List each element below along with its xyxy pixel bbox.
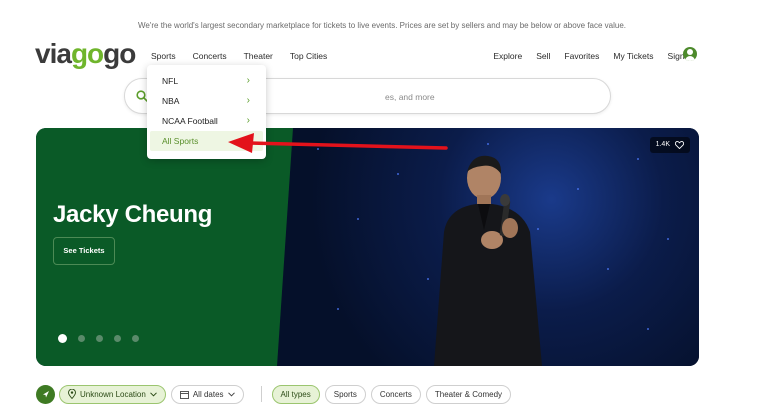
red-annotation-arrow [228, 133, 448, 153]
dropdown-item-nfl[interactable]: NFL › [147, 71, 266, 91]
nav-theater[interactable]: Theater [244, 51, 273, 61]
location-filter[interactable]: Unknown Location [59, 384, 166, 404]
heart-icon [675, 141, 684, 149]
carousel-dots [58, 334, 139, 343]
search-placeholder-text: es, and more [385, 92, 435, 102]
carousel-dot[interactable] [96, 335, 103, 342]
nav-explore[interactable]: Explore [493, 51, 522, 61]
favorite-button[interactable]: 1.4K [649, 137, 690, 153]
date-filter[interactable]: All dates [170, 384, 244, 404]
carousel-dot[interactable] [58, 334, 67, 343]
carousel-dot[interactable] [78, 335, 85, 342]
favorite-count: 1.4K [655, 141, 670, 148]
chevron-right-icon: › [246, 75, 250, 86]
type-filter-all-types[interactable]: All types [271, 384, 320, 404]
nav-sports[interactable]: Sports [151, 51, 176, 61]
chevron-down-icon [227, 391, 235, 397]
location-arrow-icon[interactable] [36, 384, 55, 404]
nav-concerts[interactable]: Concerts [193, 51, 227, 61]
type-filter-theater-comedy[interactable]: Theater & Comedy [425, 384, 512, 404]
map-pin-icon [68, 389, 76, 399]
nav-top-cities[interactable]: Top Cities [290, 51, 327, 61]
hero-title: Jacky Cheung [53, 201, 213, 228]
disclaimer-text: We're the world's largest secondary mark… [137, 21, 627, 30]
type-filter-concerts[interactable]: Concerts [370, 384, 421, 404]
see-tickets-button[interactable]: See Tickets [53, 237, 115, 265]
nav-favorites[interactable]: Favorites [564, 51, 599, 61]
performer-figure [434, 155, 542, 366]
account-nav: Explore Sell Favorites My Tickets Sign I… [479, 51, 694, 61]
chevron-right-icon: › [246, 95, 250, 106]
filter-divider [260, 386, 262, 402]
carousel-dot[interactable] [132, 335, 139, 342]
main-nav: Sports Concerts Theater Top Cities [151, 51, 344, 61]
type-filter-sports[interactable]: Sports [324, 384, 366, 404]
viagogo-logo[interactable]: viagogo [35, 38, 136, 70]
calendar-icon [179, 390, 189, 399]
chevron-down-icon [149, 391, 157, 397]
nav-my-tickets[interactable]: My Tickets [613, 51, 653, 61]
filter-bar: Unknown Location All dates All types Spo… [36, 384, 516, 404]
user-avatar-icon[interactable] [683, 47, 697, 61]
hero-banner[interactable]: Jacky Cheung See Tickets 1.4K [36, 128, 699, 366]
nav-sell[interactable]: Sell [536, 51, 550, 61]
dropdown-item-nba[interactable]: NBA › [147, 91, 266, 111]
carousel-dot[interactable] [114, 335, 121, 342]
